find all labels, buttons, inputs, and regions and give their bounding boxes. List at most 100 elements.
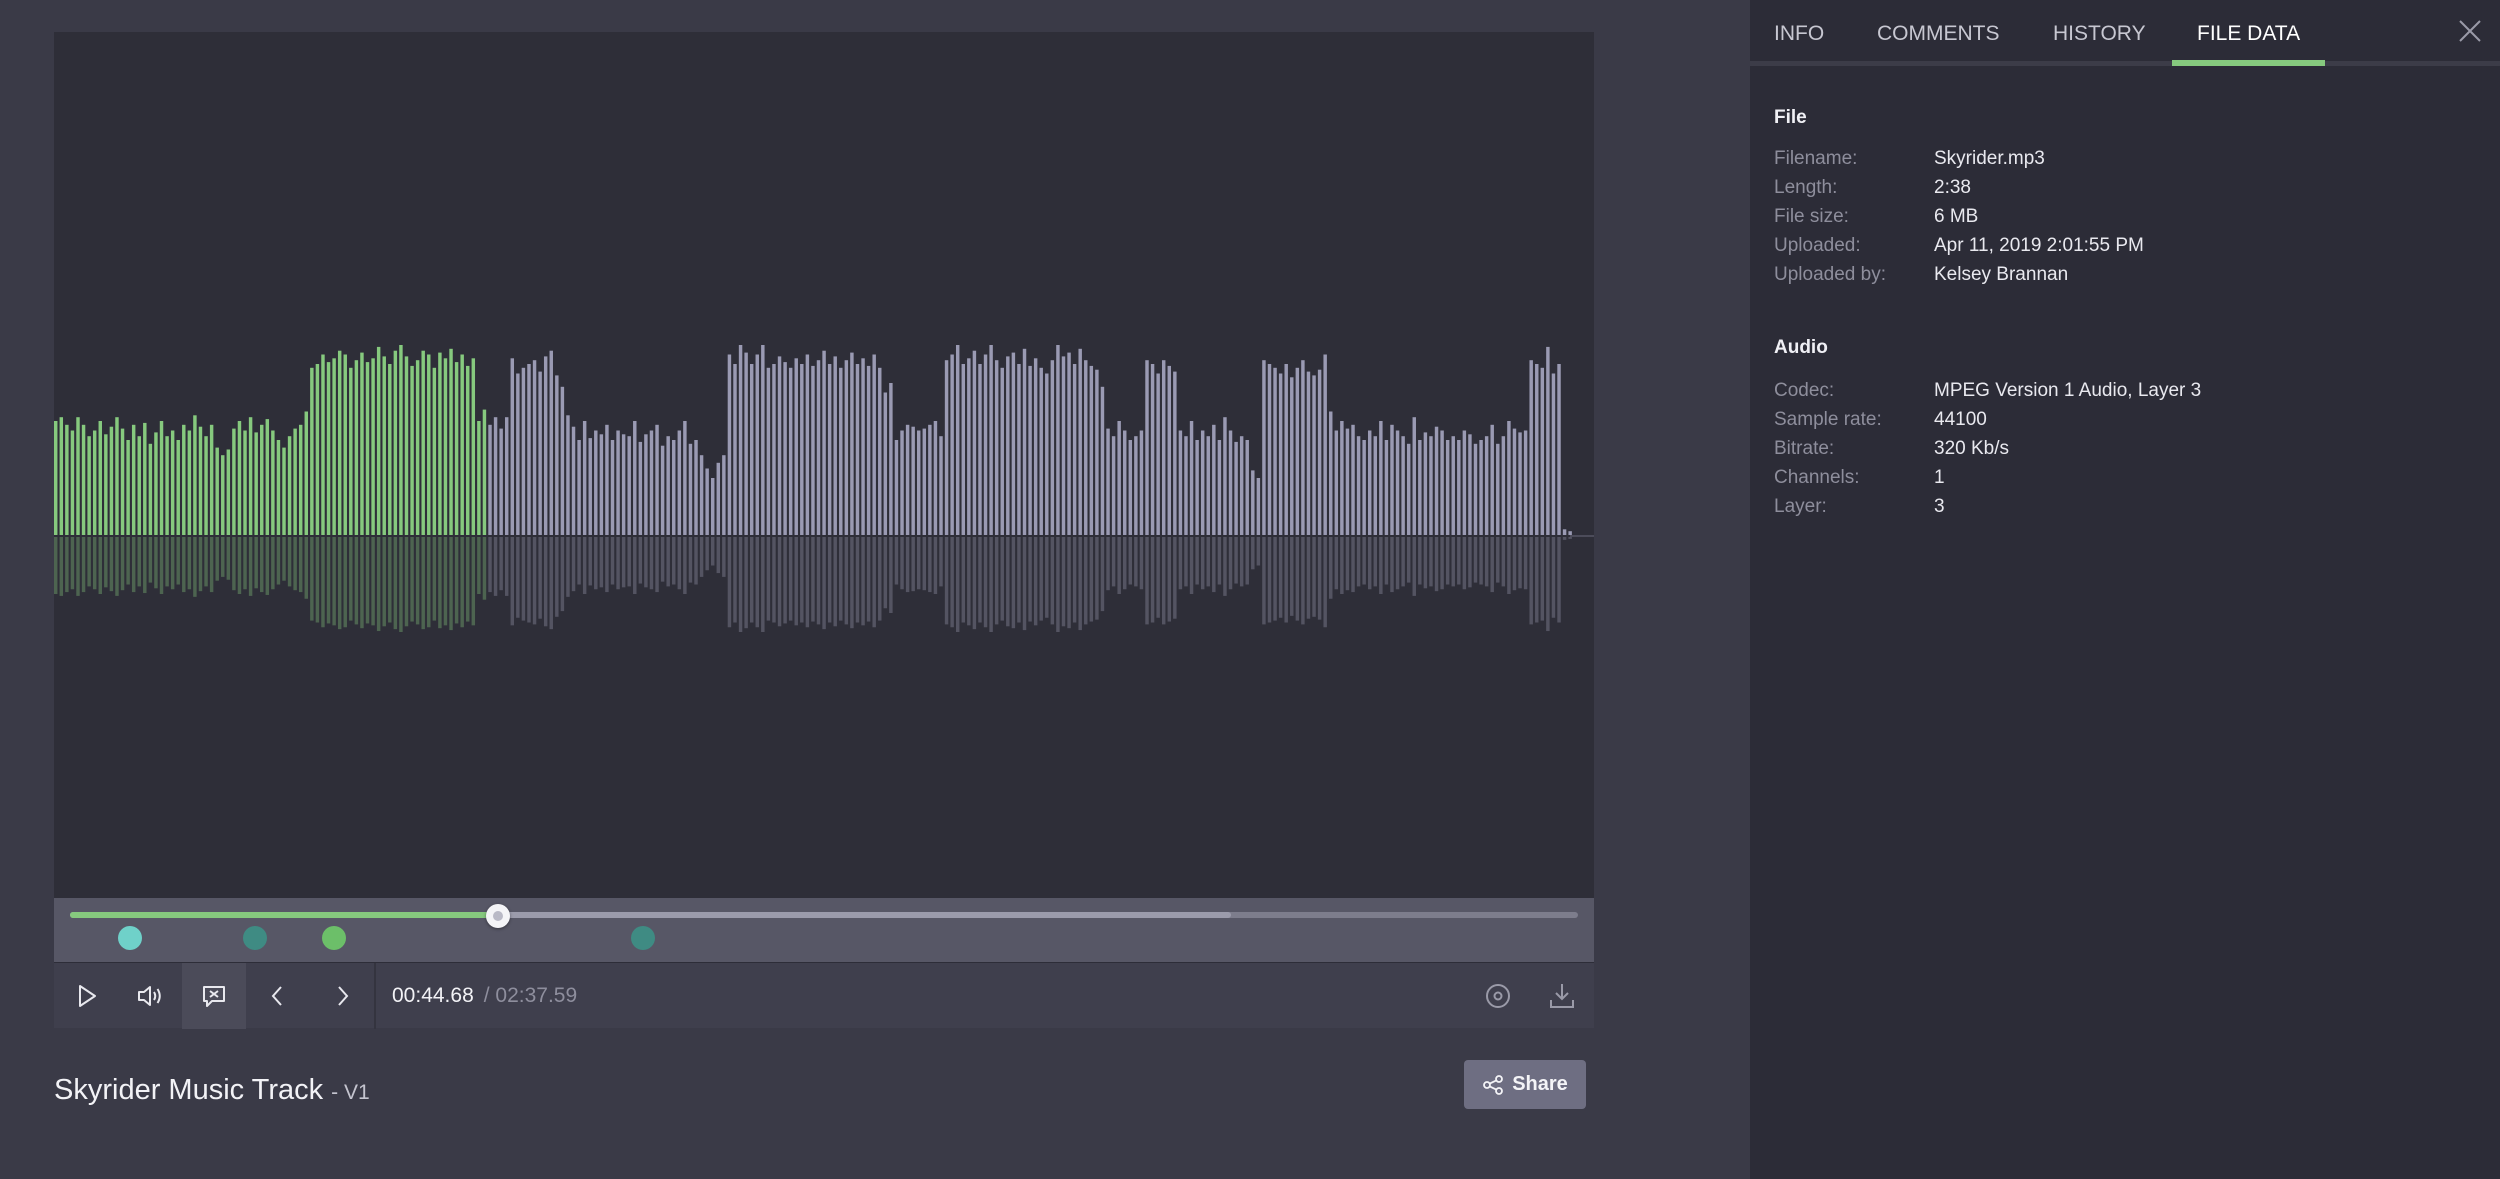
waveform-bar (978, 364, 982, 535)
audio-row-sample-rate: Sample rate: 44100 (1774, 409, 2474, 437)
playhead-handle[interactable] (486, 904, 511, 928)
waveform-reflection-bar (265, 537, 270, 595)
play-button[interactable] (54, 963, 118, 1029)
waveform-bar (816, 360, 821, 535)
waveform-bar (644, 434, 648, 535)
waveform-bar (1295, 367, 1300, 535)
waveform-bar (260, 424, 264, 535)
waveform-bar (1095, 369, 1099, 535)
waveform-bar (1535, 364, 1539, 535)
waveform-bar (577, 440, 581, 535)
waveform-bar (727, 354, 732, 535)
waveform-reflection-bar (388, 537, 392, 623)
comment-marker[interactable] (243, 926, 268, 950)
waveform-bar (1123, 430, 1127, 535)
waveform-bar (1312, 375, 1316, 535)
waveform-bar (493, 417, 498, 535)
waveform-bar (265, 419, 270, 535)
waveform-bar (343, 354, 347, 535)
waveform-bar (1406, 443, 1411, 535)
waveform-bar (1423, 432, 1428, 535)
waveform-bar (360, 352, 364, 535)
waveform[interactable] (54, 32, 1594, 898)
waveform-area[interactable] (54, 32, 1594, 898)
waveform-bar (1551, 373, 1556, 535)
waveform-bar (917, 430, 921, 535)
waveform-bar (221, 455, 225, 535)
waveform-bar (733, 364, 737, 535)
next-button[interactable] (310, 963, 374, 1029)
waveform-reflection-bar (1568, 537, 1572, 539)
waveform-bar (482, 409, 487, 535)
waveform-reflection-bar (1184, 537, 1188, 587)
waveform-bar (315, 364, 320, 535)
waveform-reflection-bar (393, 537, 398, 630)
previous-button[interactable] (246, 963, 310, 1029)
waveform-reflection-bar (1340, 537, 1344, 594)
row-value: MPEG Version 1 Audio, Layer 3 (1934, 380, 2202, 401)
waveform-reflection-bar (92, 537, 97, 590)
comments-toggle-button[interactable] (182, 962, 246, 1029)
waveform-reflection-bar (248, 537, 253, 596)
waveform-bar (399, 345, 403, 535)
waveform-bar (800, 364, 804, 535)
waveform-bar (1518, 432, 1522, 535)
tab-file-data[interactable]: FILE DATA (2197, 22, 2300, 46)
waveform-reflection-bar (1501, 537, 1506, 587)
comment-marker[interactable] (631, 926, 656, 950)
waveform-bar (488, 424, 492, 535)
waveform-reflection-bar (1123, 537, 1127, 590)
waveform-reflection-bar (76, 537, 80, 596)
chevron-right-icon (338, 985, 349, 1006)
waveform-bar (1056, 345, 1060, 535)
row-key: Sample rate: (1774, 409, 1882, 430)
share-button[interactable]: Share (1464, 1060, 1586, 1109)
waveform-bar (905, 424, 910, 535)
comment-marker[interactable] (118, 926, 143, 950)
waveform-reflection-bar (1306, 537, 1311, 619)
tab-info[interactable]: INFO (1774, 22, 1824, 46)
waveform-bar (610, 440, 615, 535)
waveform-bar (566, 415, 570, 535)
waveform-reflection-bar (1406, 537, 1411, 583)
waveform-reflection-bar (911, 537, 915, 592)
waveform-reflection-bar (226, 537, 231, 580)
waveform-reflection-bar (54, 537, 58, 594)
tab-comments[interactable]: COMMENTS (1877, 22, 2000, 46)
waveform-reflection-bar (900, 537, 904, 590)
waveform-reflection-bar (827, 537, 832, 623)
progress-track[interactable] (70, 912, 1578, 918)
waveform-reflection-bar (822, 537, 826, 630)
waveform-bar (187, 430, 192, 535)
waveform-reflection-bar (1507, 537, 1511, 594)
waveform-reflection-bar (850, 537, 854, 629)
waveform-reflection-bar (1473, 537, 1478, 583)
download-button[interactable] (1530, 963, 1594, 1029)
tab-history[interactable]: HISTORY (2053, 22, 2146, 46)
waveform-bar (1557, 364, 1561, 535)
waveform-reflection-bar (816, 537, 821, 625)
waveform-reflection-bar (1451, 537, 1455, 587)
waveform-bar (1189, 421, 1194, 535)
waveform-bar (872, 354, 876, 535)
waveform-bar (120, 428, 125, 535)
waveform-reflection-bar (165, 537, 169, 587)
loop-button[interactable] (1466, 963, 1530, 1029)
waveform-reflection-bar (438, 537, 442, 629)
waveform-bar (115, 417, 119, 535)
waveform-reflection-bar (382, 537, 386, 627)
track-name: Skyrider Music Track (54, 1074, 324, 1106)
comment-marker[interactable] (321, 926, 346, 950)
close-icon[interactable] (2455, 16, 2485, 46)
waveform-reflection-bar (939, 537, 943, 587)
waveform-bar (1362, 440, 1366, 535)
waveform-bar (1045, 373, 1049, 535)
waveform-reflection-bar (1440, 537, 1444, 590)
waveform-reflection-bar (1111, 537, 1116, 587)
waveform-reflection-bar (1312, 537, 1316, 617)
waveform-reflection-bar (1139, 537, 1144, 590)
volume-button[interactable] (118, 963, 182, 1029)
waveform-reflection-bar (905, 537, 910, 593)
waveform-reflection-bar (209, 537, 214, 593)
waveform-reflection-bar (466, 537, 470, 622)
